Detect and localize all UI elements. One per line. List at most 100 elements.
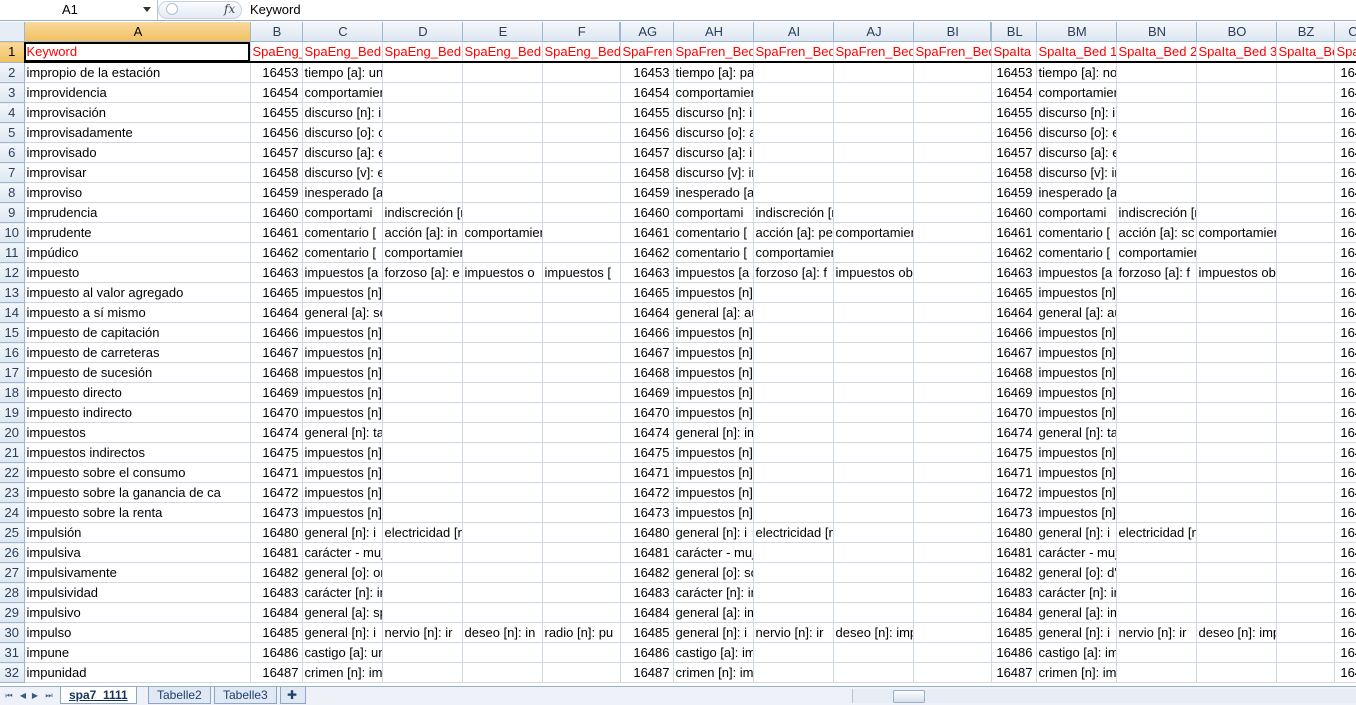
cell-AH1[interactable]: SpaFren_Bed [673, 41, 754, 63]
cell-E6[interactable] [462, 142, 543, 163]
cell-F31[interactable] [542, 642, 621, 663]
cell-BZ26[interactable] [1276, 542, 1335, 563]
cell-C23[interactable]: impuestos [n]: capital gains tax [302, 482, 383, 503]
cell-BM31[interactable]: castigo [a]: impunito [1036, 642, 1117, 663]
cell-AG2[interactable]: 16453 [620, 62, 674, 83]
cell-AJ14[interactable] [833, 302, 914, 323]
row-header[interactable]: 4 [0, 102, 25, 123]
row-header[interactable]: 31 [0, 642, 25, 663]
cell-AH28[interactable]: carácter [n]: impulsivité [f]; caractère… [673, 582, 754, 603]
cell-C27[interactable]: general [o]: on the spur of the moment [302, 562, 383, 583]
cell-BN2[interactable] [1116, 62, 1197, 83]
row-header[interactable]: 24 [0, 502, 25, 523]
cell-AJ29[interactable] [833, 602, 914, 623]
cell-C6[interactable]: discurso [a]: extemporaneous; offhand; o… [302, 142, 383, 163]
cell-BL3[interactable]: 16454 [991, 82, 1037, 103]
cell-AH27[interactable]: general [o]: sous l'impulsion du moment [673, 562, 754, 583]
cell-AG4[interactable]: 16455 [620, 102, 674, 123]
cell-F20[interactable] [542, 422, 621, 443]
cell-AI20[interactable] [753, 422, 834, 443]
column-header-A[interactable]: A [24, 22, 251, 42]
cell-BL9[interactable]: 16460 [991, 202, 1037, 223]
cell-F18[interactable] [542, 382, 621, 403]
cell-AJ17[interactable] [833, 362, 914, 383]
cell-B31[interactable]: 16486 [250, 642, 303, 663]
cell-BO26[interactable] [1196, 542, 1277, 563]
cell-BM2[interactable]: tiempo [a]: non di stagione [1036, 62, 1117, 83]
cell-BZ7[interactable] [1276, 162, 1335, 183]
cell-E9[interactable] [462, 202, 543, 223]
cell-BL14[interactable]: 16464 [991, 302, 1037, 323]
column-header-BL[interactable]: BL [991, 22, 1037, 42]
cell-AI13[interactable] [753, 282, 834, 303]
cell-BZ27[interactable] [1276, 562, 1335, 583]
cell-BM23[interactable]: impuestos [n]: tassa [f] sugli utili di … [1036, 482, 1117, 503]
cell-AG18[interactable]: 16469 [620, 382, 674, 403]
cell-C9[interactable]: comportami [302, 202, 383, 223]
cell-AG14[interactable]: 16464 [620, 302, 674, 323]
cell-BZ31[interactable] [1276, 642, 1335, 663]
scroll-thumb[interactable] [893, 690, 925, 703]
row-header[interactable]: 15 [0, 322, 25, 343]
cell-AH3[interactable]: comportamiento [n]: imprévoyance [f]; ma… [673, 82, 754, 103]
row-header[interactable]: 28 [0, 582, 25, 603]
cell-BZ10[interactable] [1276, 222, 1335, 243]
cell-BM10[interactable]: comentario [ [1036, 222, 1117, 243]
cell-BL8[interactable]: 16459 [991, 182, 1037, 203]
cell-BN31[interactable] [1116, 642, 1197, 663]
cell-BL20[interactable]: 16474 [991, 422, 1037, 443]
cell-D21[interactable] [382, 442, 463, 463]
cell-BL32[interactable]: 16487 [991, 662, 1037, 683]
cell-BI6[interactable] [913, 142, 992, 163]
cell-AI30[interactable]: nervio [n]: ir [753, 622, 834, 643]
cell-CQ21[interactable]: 16475 [1334, 442, 1356, 463]
row-header[interactable]: 18 [0, 382, 25, 403]
cell-D9[interactable]: indiscreción [n]: imprudence; injudicio [382, 202, 463, 223]
cell-AH23[interactable]: impuestos [n]: impôt [m] sur les gains e… [673, 482, 754, 503]
cell-CQ2[interactable]: 16453 [1334, 62, 1356, 83]
cell-BI23[interactable] [913, 482, 992, 503]
cell-AH12[interactable]: impuestos [a [673, 262, 754, 283]
cell-C11[interactable]: comentario [ [302, 242, 383, 263]
row-header[interactable]: 13 [0, 282, 25, 303]
column-header-BO[interactable]: BO [1196, 22, 1277, 42]
cell-BL10[interactable]: 16461 [991, 222, 1037, 243]
cell-B12[interactable]: 16463 [250, 262, 303, 283]
cell-A31[interactable]: impune [24, 642, 251, 663]
cell-CQ1[interactable]: SpaGer [1334, 41, 1356, 63]
cell-E14[interactable] [462, 302, 543, 323]
sheet-tab-tabelle3[interactable]: Tabelle3 [214, 687, 277, 704]
cell-BN15[interactable] [1116, 322, 1197, 343]
cell-AH26[interactable]: carácter - mujer [n]: tête [f] brûlée; t… [673, 542, 754, 563]
column-header-BZ[interactable]: BZ [1276, 22, 1335, 42]
cell-AH11[interactable]: comentario [ [673, 242, 754, 263]
cell-AH30[interactable]: general [n]: i [673, 622, 754, 643]
cell-AH25[interactable]: general [n]: i [673, 522, 754, 543]
cell-E26[interactable] [462, 542, 543, 563]
cell-BL26[interactable]: 16481 [991, 542, 1037, 563]
cell-BM15[interactable]: impuestos [n]: imposta [f] pro capite; c… [1036, 322, 1117, 343]
cell-BI13[interactable] [913, 282, 992, 303]
cell-BM11[interactable]: comentario [ [1036, 242, 1117, 263]
cell-A3[interactable]: improvidencia [24, 82, 251, 103]
cell-BM29[interactable]: general [a]: impulsivo [1036, 602, 1117, 623]
cell-BL11[interactable]: 16462 [991, 242, 1037, 263]
cell-F32[interactable] [542, 662, 621, 683]
cell-BO15[interactable] [1196, 322, 1277, 343]
cell-AI8[interactable] [753, 182, 834, 203]
cell-C12[interactable]: impuestos [a [302, 262, 383, 283]
cell-BN7[interactable] [1116, 162, 1197, 183]
cell-BZ16[interactable] [1276, 342, 1335, 363]
cell-AI21[interactable] [753, 442, 834, 463]
cell-AJ12[interactable]: impuestos obligatorios [n [833, 262, 914, 283]
cell-F3[interactable] [542, 82, 621, 103]
row-header[interactable]: 9 [0, 202, 25, 223]
cell-AH14[interactable]: general [a]: auto-imposé [673, 302, 754, 323]
cell-AJ6[interactable] [833, 142, 914, 163]
last-sheet-icon[interactable]: ⏭ [44, 690, 54, 702]
cell-BO2[interactable] [1196, 62, 1277, 83]
cell-B18[interactable]: 16469 [250, 382, 303, 403]
cell-AH4[interactable]: discurso [n]: improvisation [f] [673, 102, 754, 123]
cell-BI28[interactable] [913, 582, 992, 603]
cell-AJ21[interactable] [833, 442, 914, 463]
